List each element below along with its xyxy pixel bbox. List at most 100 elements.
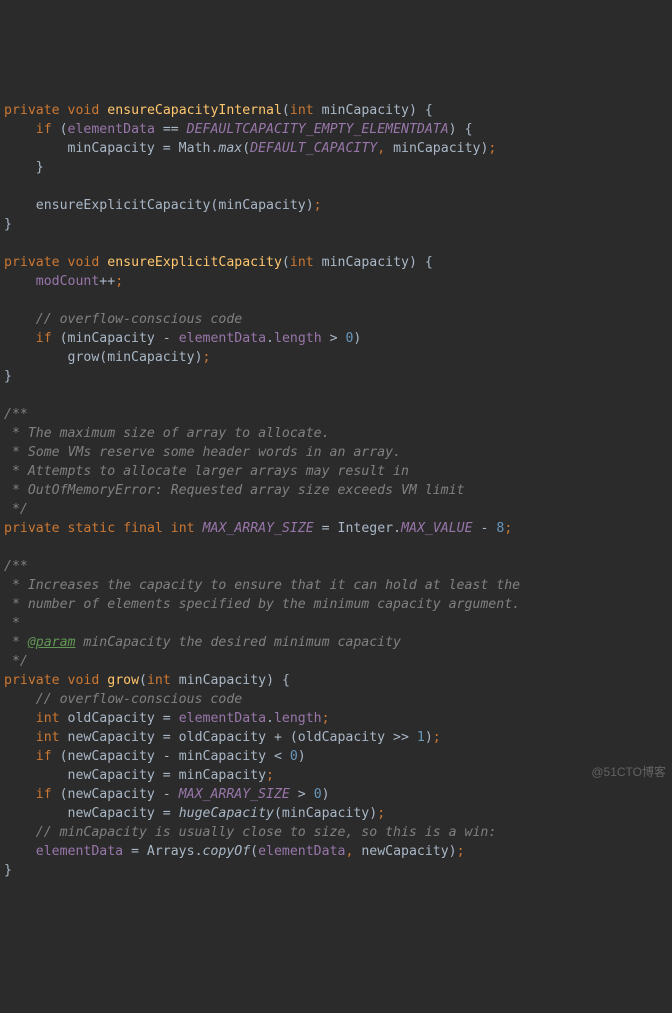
indent bbox=[4, 122, 36, 137]
p: == bbox=[155, 122, 187, 137]
p: ; bbox=[322, 711, 330, 726]
method-name: ensureExplicitCapacity bbox=[107, 255, 282, 270]
comment: * bbox=[4, 616, 20, 631]
p: - bbox=[473, 521, 497, 536]
kw: static bbox=[68, 521, 116, 536]
comment: minCapacity the desired minimum capacity bbox=[75, 635, 401, 650]
constant: DEFAULTCAPACITY_EMPTY_ELEMENTDATA bbox=[187, 122, 449, 137]
code: newCapacity = bbox=[68, 806, 179, 821]
comment: * The maximum size of array to allocate. bbox=[4, 426, 330, 441]
p: { bbox=[457, 122, 473, 137]
p: ) bbox=[266, 673, 274, 688]
number: 0 bbox=[290, 749, 298, 764]
indent bbox=[4, 768, 68, 783]
p: ; bbox=[433, 730, 441, 745]
indent bbox=[4, 141, 68, 156]
watermark: @51CTO博客 bbox=[591, 763, 666, 782]
p: , bbox=[377, 141, 385, 156]
field: elementData bbox=[258, 844, 345, 859]
code-block: private void ensureCapacityInternal(int … bbox=[4, 82, 668, 880]
static-call: copyOf bbox=[203, 844, 251, 859]
kw: int bbox=[290, 255, 314, 270]
indent bbox=[4, 274, 36, 289]
indent bbox=[4, 825, 36, 840]
comment: /** bbox=[4, 407, 28, 422]
param: minCapacity bbox=[322, 255, 409, 270]
p: , bbox=[345, 844, 353, 859]
kw: int bbox=[171, 521, 195, 536]
comment: // overflow-conscious code bbox=[36, 692, 242, 707]
kw: if bbox=[36, 122, 52, 137]
indent bbox=[4, 160, 36, 175]
field: length bbox=[274, 331, 322, 346]
code: oldCapacity = bbox=[60, 711, 179, 726]
call: grow(minCapacity) bbox=[68, 350, 203, 365]
indent bbox=[4, 198, 36, 213]
method-name: ensureCapacityInternal bbox=[107, 103, 282, 118]
comment: * OutOfMemoryError: Requested array size… bbox=[4, 483, 465, 498]
code: minCapacity = Math. bbox=[68, 141, 219, 156]
code: = Integer. bbox=[314, 521, 401, 536]
indent bbox=[4, 787, 36, 802]
code: newCapacity = oldCapacity + (oldCapacity… bbox=[60, 730, 417, 745]
indent bbox=[4, 331, 36, 346]
p: { bbox=[417, 103, 433, 118]
kw: private bbox=[4, 255, 60, 270]
indent bbox=[4, 711, 36, 726]
constant: MAX_ARRAY_SIZE bbox=[203, 521, 314, 536]
comment: * Some VMs reserve some header words in … bbox=[4, 445, 401, 460]
kw: private bbox=[4, 673, 60, 688]
indent bbox=[4, 692, 36, 707]
kw: if bbox=[36, 749, 52, 764]
p: } bbox=[36, 160, 44, 175]
indent bbox=[4, 730, 36, 745]
kw: void bbox=[68, 255, 100, 270]
kw: private bbox=[4, 521, 60, 536]
field: modCount bbox=[36, 274, 100, 289]
kw: if bbox=[36, 331, 52, 346]
p: ) bbox=[409, 103, 417, 118]
kw: void bbox=[68, 103, 100, 118]
doc-tag: @param bbox=[28, 635, 76, 650]
call: ensureExplicitCapacity(minCapacity) bbox=[36, 198, 314, 213]
kw: int bbox=[147, 673, 171, 688]
kw: private bbox=[4, 103, 60, 118]
comment: // overflow-conscious code bbox=[36, 312, 242, 327]
p: ++ bbox=[99, 274, 115, 289]
p: ; bbox=[457, 844, 465, 859]
comment: /** bbox=[4, 559, 28, 574]
indent bbox=[4, 312, 36, 327]
comment: * number of elements specified by the mi… bbox=[4, 597, 520, 612]
param: minCapacity bbox=[322, 103, 409, 118]
p: } bbox=[4, 863, 12, 878]
p: ( bbox=[282, 255, 290, 270]
static-call: max bbox=[218, 141, 242, 156]
code: minCapacity) bbox=[385, 141, 488, 156]
constant: MAX_VALUE bbox=[401, 521, 472, 536]
field: elementData bbox=[179, 331, 266, 346]
static-call: hugeCapacity bbox=[179, 806, 274, 821]
p: ; bbox=[266, 768, 274, 783]
p: . bbox=[266, 711, 274, 726]
field: elementData bbox=[179, 711, 266, 726]
field: length bbox=[274, 711, 322, 726]
p: ( bbox=[282, 103, 290, 118]
p: ; bbox=[314, 198, 322, 213]
indent bbox=[4, 749, 36, 764]
field: elementData bbox=[68, 122, 155, 137]
indent bbox=[4, 806, 68, 821]
constant: MAX_ARRAY_SIZE bbox=[179, 787, 290, 802]
p: ) bbox=[322, 787, 330, 802]
number: 0 bbox=[314, 787, 322, 802]
p: ; bbox=[115, 274, 123, 289]
comment: * Increases the capacity to ensure that … bbox=[4, 578, 520, 593]
comment: // minCapacity is usually close to size,… bbox=[36, 825, 497, 840]
code: (newCapacity - bbox=[52, 787, 179, 802]
comment: * Attempts to allocate larger arrays may… bbox=[4, 464, 409, 479]
constant: DEFAULT_CAPACITY bbox=[250, 141, 377, 156]
p: ( bbox=[242, 141, 250, 156]
p: > bbox=[322, 331, 346, 346]
kw: void bbox=[68, 673, 100, 688]
p: } bbox=[4, 217, 12, 232]
code: (newCapacity - minCapacity < bbox=[52, 749, 290, 764]
